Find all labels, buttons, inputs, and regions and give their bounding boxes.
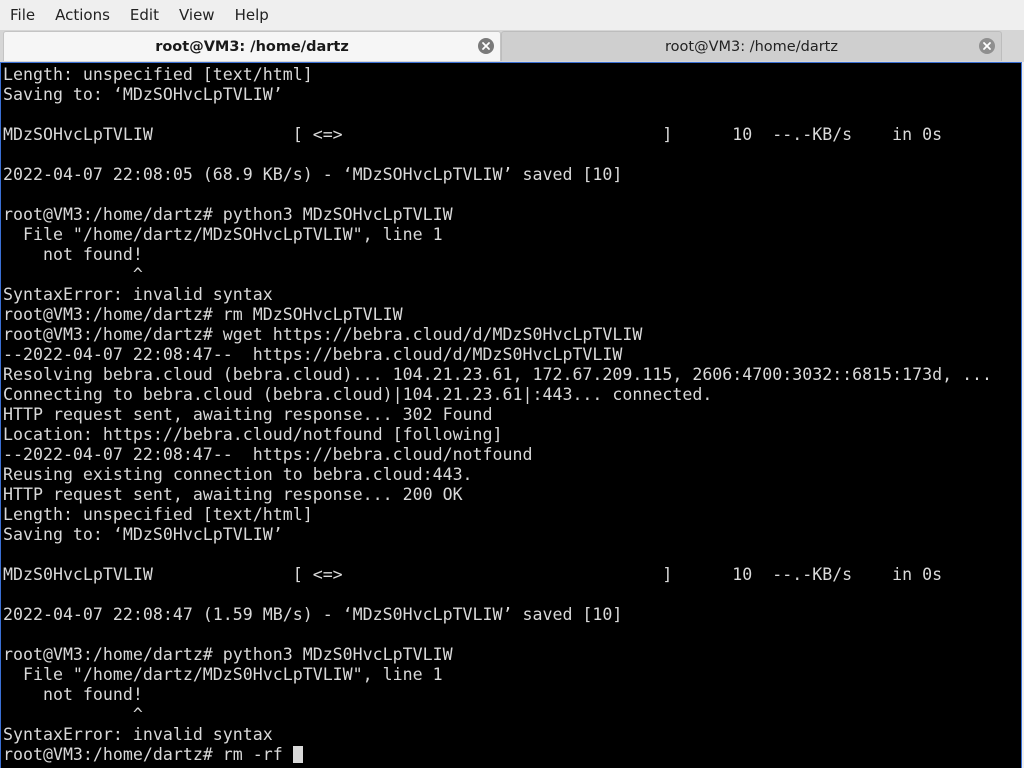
tab-title: root@VM3: /home/dartz <box>665 38 838 55</box>
terminal-line: MDzS0HvcLpTVLIW [ <=> ] 10 --.-KB/s in 0… <box>3 565 943 584</box>
menu-help[interactable]: Help <box>225 0 279 30</box>
menu-view[interactable]: View <box>169 0 225 30</box>
terminal-line: Saving to: ‘MDzSOHvcLpTVLIW’ <box>3 85 283 104</box>
terminal-line: root@VM3:/home/dartz# rm MDzSOHvcLpTVLIW <box>3 305 403 324</box>
terminal-line: not found! <box>3 685 143 704</box>
terminal-line: SyntaxError: invalid syntax <box>3 725 273 744</box>
terminal-line: Reusing existing connection to bebra.clo… <box>3 465 473 484</box>
terminal-line: MDzSOHvcLpTVLIW [ <=> ] 10 --.-KB/s in 0… <box>3 125 943 144</box>
close-icon[interactable] <box>979 38 995 54</box>
terminal-line: root@VM3:/home/dartz# wget https://bebra… <box>3 325 643 344</box>
terminal-line: HTTP request sent, awaiting response... … <box>3 405 493 424</box>
terminal-output: Length: unspecified [text/html] Saving to… <box>3 65 992 765</box>
terminal-line: ^ <box>3 705 143 724</box>
text-cursor <box>292 746 303 763</box>
terminal-line: Location: https://bebra.cloud/notfound [… <box>3 425 503 444</box>
tab-title: root@VM3: /home/dartz <box>155 38 349 55</box>
tab-terminal-2[interactable]: root@VM3: /home/dartz <box>501 31 1002 61</box>
terminal-line: not found! <box>3 245 143 264</box>
terminal-line: root@VM3:/home/dartz# python3 MDzSOHvcLp… <box>3 205 453 224</box>
menu-edit[interactable]: Edit <box>120 0 169 30</box>
terminal-line: ^ <box>3 265 143 284</box>
menu-bar: File Actions Edit View Help <box>0 0 1024 30</box>
terminal-line: --2022-04-07 22:08:47-- https://bebra.cl… <box>3 445 533 464</box>
terminal-line: File "/home/dartz/MDzSOHvcLpTVLIW", line… <box>3 225 443 244</box>
terminal-line: Connecting to bebra.cloud (bebra.cloud)|… <box>3 385 713 404</box>
menu-actions[interactable]: Actions <box>45 0 120 30</box>
tab-bar: root@VM3: /home/dartz root@VM3: /home/da… <box>0 30 1024 62</box>
terminal-prompt-line[interactable]: root@VM3:/home/dartz# rm -rf <box>3 745 992 765</box>
close-icon[interactable] <box>478 38 494 54</box>
tab-terminal-1[interactable]: root@VM3: /home/dartz <box>3 31 501 61</box>
terminal-view[interactable]: Length: unspecified [text/html] Saving to… <box>0 62 1022 768</box>
terminal-line: Saving to: ‘MDzS0HvcLpTVLIW’ <box>3 525 283 544</box>
terminal-line: HTTP request sent, awaiting response... … <box>3 485 463 504</box>
terminal-line: 2022-04-07 22:08:05 (68.9 KB/s) - ‘MDzSO… <box>3 165 623 184</box>
terminal-line: Length: unspecified [text/html] <box>3 65 313 84</box>
terminal-line: Length: unspecified [text/html] <box>3 505 313 524</box>
terminal-line: 2022-04-07 22:08:47 (1.59 MB/s) - ‘MDzS0… <box>3 605 623 624</box>
terminal-line: --2022-04-07 22:08:47-- https://bebra.cl… <box>3 345 623 364</box>
prompt-text: root@VM3:/home/dartz# rm -rf <box>3 745 293 764</box>
terminal-line: File "/home/dartz/MDzS0HvcLpTVLIW", line… <box>3 665 443 684</box>
terminal-line: root@VM3:/home/dartz# python3 MDzS0HvcLp… <box>3 645 453 664</box>
menu-file[interactable]: File <box>0 0 45 30</box>
terminal-line: Resolving bebra.cloud (bebra.cloud)... 1… <box>3 365 993 384</box>
terminal-line: SyntaxError: invalid syntax <box>3 285 273 304</box>
